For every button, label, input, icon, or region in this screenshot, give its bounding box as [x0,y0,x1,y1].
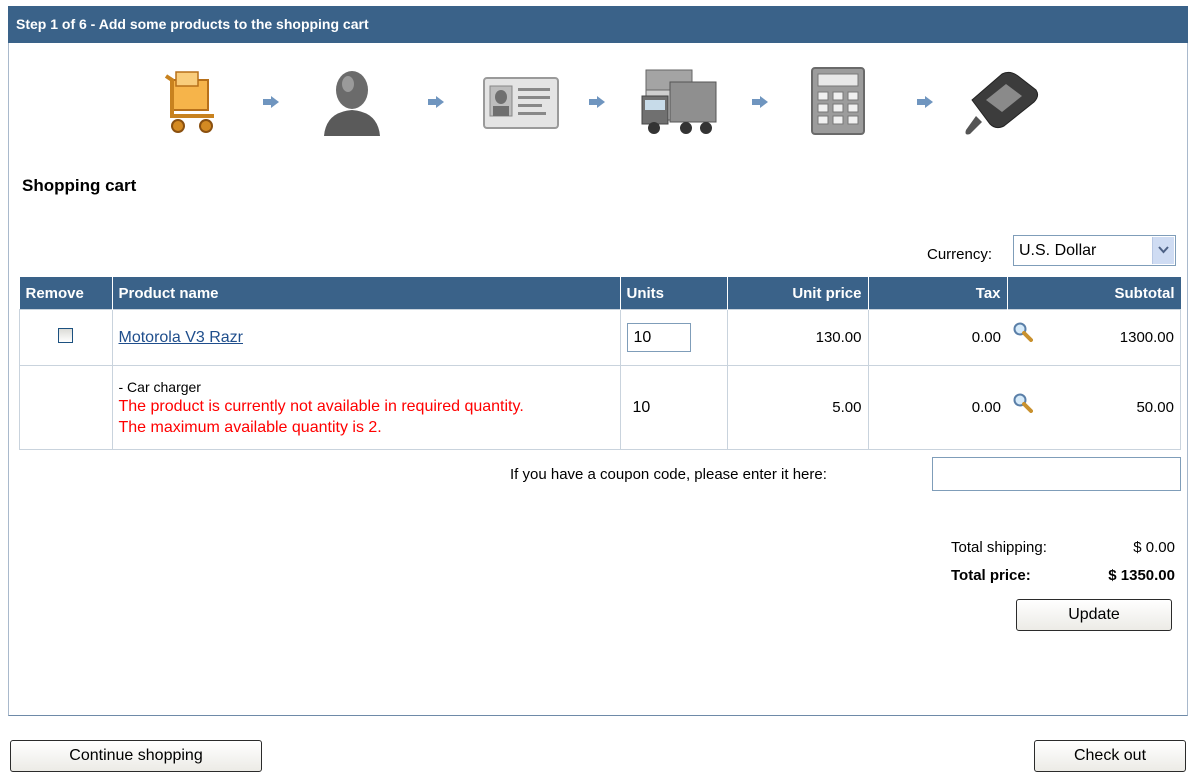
subtotal-value: 50.00 [1136,399,1174,416]
payment-card-reader-icon [962,66,1042,138]
table-row: - Car charger The product is currently n… [19,365,1181,450]
total-shipping-label: Total shipping: [951,539,1047,556]
table-header-row: Remove Product name Units Unit price Tax… [19,277,1181,310]
product-name-cell: - Car charger The product is currently n… [111,365,621,450]
units-cell: 10 [619,365,728,450]
column-header-remove: Remove [19,277,113,310]
arrow-right-icon [752,96,768,108]
remove-cell [19,365,113,450]
total-shipping-value: $ 0.00 [1133,539,1175,556]
coupon-input[interactable] [932,457,1181,491]
subtotal-cell: 50.00 [1007,365,1181,450]
continue-shopping-button[interactable]: Continue shopping [10,740,262,772]
arrow-right-icon [263,96,279,108]
column-header-units: Units [620,277,728,310]
total-price-label: Total price: [951,567,1031,584]
remove-cell [19,309,113,366]
remove-checkbox[interactable] [58,328,74,343]
column-header-subtotal: Subtotal [1007,277,1181,310]
availability-warning-max: The maximum available quantity is 2. [118,418,382,436]
dropdown-button[interactable] [1152,237,1174,264]
currency-selected-value: U.S. Dollar [1019,242,1097,259]
units-input[interactable]: 10 [626,323,691,352]
checkout-button[interactable]: Check out [1034,740,1186,772]
checkout-steps [0,66,1188,138]
tax-cell: 0.00 [867,309,1007,366]
arrow-right-icon [589,96,605,108]
id-card-icon [482,66,559,138]
units-cell: 10 [619,309,728,366]
column-header-tax: Tax [868,277,1008,310]
arrow-right-icon [917,96,933,108]
currency-label: Currency: [927,246,993,263]
availability-warning: The product is currently not available i… [118,397,524,415]
unit-price-cell: 130.00 [726,309,869,366]
step-header: Step 1 of 6 - Add some products to the s… [8,6,1188,43]
total-price-value: $ 1350.00 [1108,567,1175,584]
coupon-label: If you have a coupon code, please enter … [510,466,827,483]
sub-product-name: - Car charger [118,378,201,395]
magnifier-icon[interactable] [1013,393,1033,413]
user-icon [318,66,390,138]
page-title: Shopping cart [22,176,137,195]
update-button[interactable]: Update [1016,599,1172,631]
delivery-truck-icon [640,66,720,138]
column-header-unit-price: Unit price [727,277,869,310]
table-row: Motorola V3 Razr 10 130.00 0.00 1300.00 [19,309,1181,366]
subtotal-value: 1300.00 [1119,329,1174,346]
shopping-cart-icon [158,66,230,138]
product-name-cell: Motorola V3 Razr [111,309,621,366]
currency-select[interactable]: U.S. Dollar [1013,235,1176,266]
magnifier-icon[interactable] [1013,322,1033,342]
column-header-product-name: Product name [112,277,621,310]
cart-table: Remove Product name Units Unit price Tax… [19,277,1181,450]
arrow-right-icon [428,96,444,108]
tax-cell: 0.00 [867,365,1007,450]
subtotal-cell: 1300.00 [1007,309,1181,366]
tax-value: 0.00 [971,399,1001,416]
chevron-down-icon [1158,246,1169,254]
unit-price-cell: 5.00 [726,365,869,450]
product-link[interactable]: Motorola V3 Razr [119,329,244,346]
tax-value: 0.00 [971,329,1001,346]
calculator-icon [806,66,878,138]
